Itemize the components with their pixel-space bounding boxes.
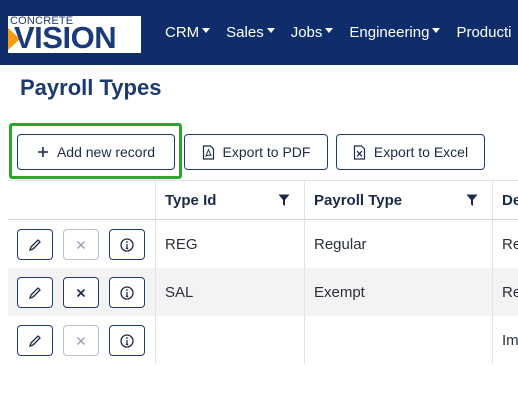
add-new-record-button[interactable]: Add new record	[17, 134, 175, 170]
info-button[interactable]	[109, 325, 145, 356]
export-excel-label: Export to Excel	[373, 144, 469, 160]
edit-button[interactable]	[17, 277, 53, 308]
cell-type-id: SAL	[155, 268, 304, 316]
plus-icon	[37, 147, 48, 157]
column-header-description[interactable]: De	[492, 181, 518, 220]
pencil-icon	[28, 238, 41, 251]
cell-payroll-type: Regular	[304, 220, 492, 268]
top-navbar: CONCRETE VISION CRM Sales Jobs Engineeri…	[0, 0, 518, 65]
edit-button[interactable]	[17, 229, 53, 260]
nav-item-label: Sales	[226, 24, 264, 41]
pdf-file-icon	[202, 144, 214, 160]
nav-item-production[interactable]: Producti	[448, 0, 518, 65]
nav-item-sales[interactable]: Sales	[218, 0, 283, 65]
excel-file-icon	[353, 144, 366, 160]
close-icon	[76, 336, 86, 345]
add-new-record-label: Add new record	[56, 144, 156, 160]
grid-header-row: Type Id Payroll Type De	[8, 180, 518, 220]
info-button[interactable]	[109, 229, 145, 260]
caret-down-icon	[266, 27, 275, 33]
table-row: REG Regular Re	[8, 220, 518, 268]
column-header-label: Type Id	[165, 192, 217, 209]
cell-description: Re	[492, 268, 518, 316]
info-icon	[120, 237, 134, 252]
filter-icon[interactable]	[278, 194, 290, 207]
edit-button[interactable]	[17, 325, 53, 356]
column-header-label: Payroll Type	[314, 192, 403, 209]
page-title: Payroll Types	[20, 75, 162, 100]
logo-bottom-text: VISION	[14, 20, 117, 55]
nav-item-label: Producti	[456, 24, 512, 41]
delete-button[interactable]	[63, 325, 99, 356]
actions-column-header	[8, 181, 155, 220]
nav-item-engineering[interactable]: Engineering	[341, 0, 448, 65]
info-button[interactable]	[109, 277, 145, 308]
cell-payroll-type: Exempt	[304, 268, 492, 316]
table-row: SAL Exempt Re	[8, 268, 518, 316]
nav-item-crm[interactable]: CRM	[157, 0, 218, 65]
cell-payroll-type	[304, 316, 492, 364]
export-excel-button[interactable]: Export to Excel	[336, 134, 485, 170]
cell-type-id: REG	[155, 220, 304, 268]
export-pdf-button[interactable]: Export to PDF	[184, 134, 328, 170]
filter-icon[interactable]	[466, 194, 478, 207]
pencil-icon	[28, 286, 41, 299]
caret-down-icon	[325, 27, 334, 33]
pencil-icon	[28, 334, 41, 347]
info-icon	[120, 285, 134, 300]
export-pdf-label: Export to PDF	[222, 144, 311, 160]
column-header-label: De	[502, 192, 518, 209]
info-icon	[120, 333, 134, 348]
cell-type-id	[155, 316, 304, 364]
nav-item-label: Engineering	[349, 24, 430, 41]
column-header-type-id[interactable]: Type Id	[155, 181, 304, 220]
delete-button[interactable]	[63, 277, 99, 308]
caret-down-icon	[432, 27, 441, 33]
column-header-payroll-type[interactable]: Payroll Type	[304, 181, 492, 220]
nav-item-jobs[interactable]: Jobs	[283, 0, 342, 65]
caret-down-icon	[202, 27, 211, 33]
main-nav: CRM Sales Jobs Engineering Producti	[157, 0, 518, 65]
close-icon	[76, 240, 86, 249]
delete-button[interactable]	[63, 229, 99, 260]
nav-item-label: CRM	[165, 24, 200, 41]
table-row: Im	[8, 316, 518, 364]
nav-item-label: Jobs	[290, 24, 323, 41]
close-icon	[76, 288, 86, 297]
payroll-types-grid: Type Id Payroll Type De REG Regular Re S…	[8, 180, 518, 366]
cell-description: Re	[492, 220, 518, 268]
cell-description: Im	[492, 316, 518, 364]
concrete-vision-logo[interactable]: CONCRETE VISION	[8, 15, 141, 55]
